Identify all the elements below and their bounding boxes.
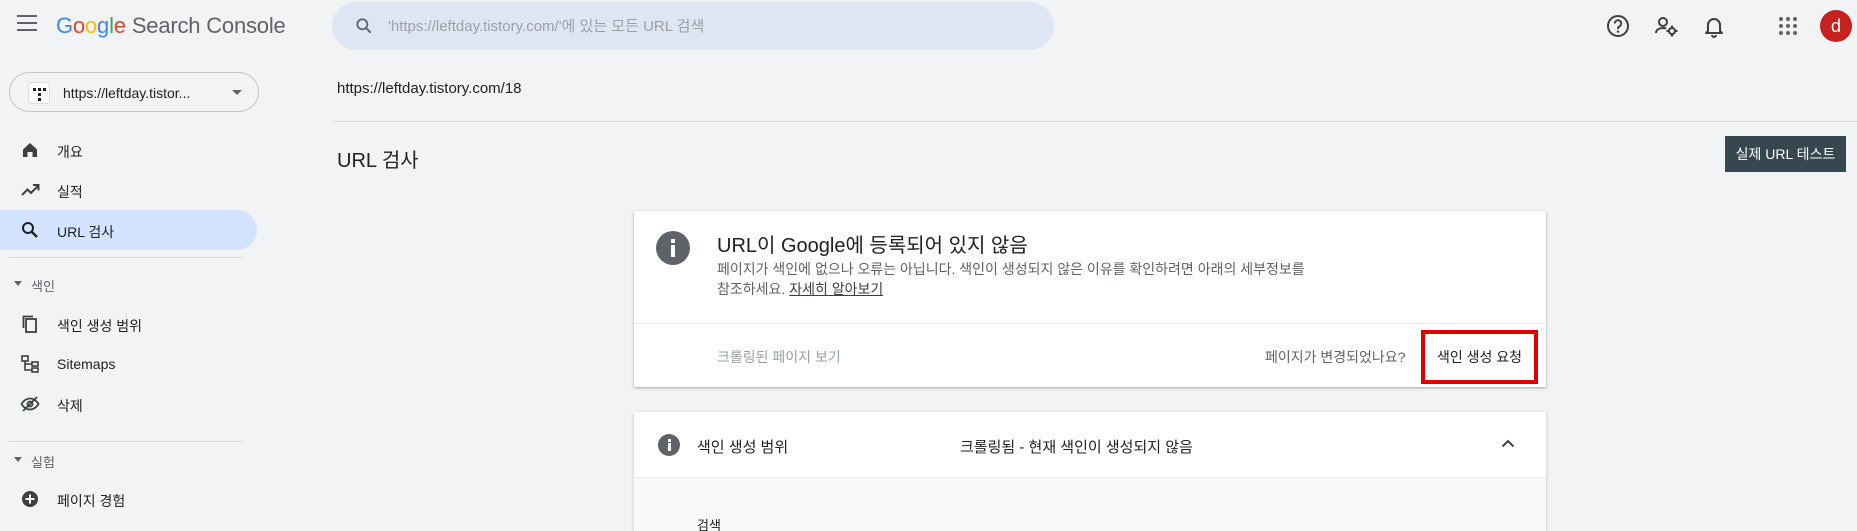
header-divider xyxy=(333,121,1857,122)
sidebar-item-label: 페이지 경험 xyxy=(57,493,126,509)
sidebar-item-label: Sitemaps xyxy=(57,356,116,372)
search-icon xyxy=(356,18,372,34)
sidebar-item-page-experience[interactable]: 페이지 경험 xyxy=(0,479,257,519)
help-icon[interactable] xyxy=(1604,12,1632,40)
collapse-arrow-icon xyxy=(14,281,22,286)
index-status-card: URL이 Google에 등록되어 있지 않음 페이지가 색인에 없으나 오류는… xyxy=(634,211,1546,387)
section-label: 색인 xyxy=(31,279,55,294)
trending-icon xyxy=(21,184,40,196)
sidebar-divider xyxy=(9,441,243,442)
pages-icon xyxy=(22,315,37,333)
page-title: URL 검사 xyxy=(337,150,419,172)
hamburger-menu-icon[interactable] xyxy=(17,15,39,35)
property-label: https://leftday.tistor... xyxy=(63,85,191,101)
sidebar-item-label: 삭제 xyxy=(57,398,83,414)
sidebar-item-label: 실적 xyxy=(57,184,83,200)
coverage-status: 크롤링됨 - 현재 색인이 생성되지 않음 xyxy=(960,439,1193,456)
status-description: 페이지가 색인에 없으나 오류는 아닙니다. 색인이 생성되지 않은 이유를 확… xyxy=(717,259,1317,299)
eye-off-icon xyxy=(20,396,40,412)
notifications-icon[interactable] xyxy=(1700,12,1728,40)
sitemap-icon xyxy=(21,355,39,373)
sidebar-item-sitemaps[interactable]: Sitemaps xyxy=(0,344,257,384)
app-logo[interactable]: Google Search Console xyxy=(56,13,286,39)
coverage-panel: 색인 생성 범위 크롤링됨 - 현재 색인이 생성되지 않음 검색 xyxy=(634,412,1546,531)
status-title: URL이 Google에 등록되어 있지 않음 xyxy=(717,235,1028,257)
sidebar-item-performance[interactable]: 실적 xyxy=(0,170,257,210)
collapse-arrow-icon xyxy=(14,457,22,462)
section-experimental-toggle[interactable]: 실험 xyxy=(0,448,120,472)
add-circle-icon xyxy=(22,491,38,507)
search-icon xyxy=(22,222,38,238)
sidebar-item-url-inspection[interactable]: URL 검사 xyxy=(0,210,257,250)
dropdown-arrow-icon xyxy=(232,90,242,95)
property-favicon xyxy=(28,82,50,104)
url-search-bar[interactable] xyxy=(332,2,1054,50)
account-avatar[interactable]: d xyxy=(1820,10,1852,42)
detail-section-label: 검색 xyxy=(697,518,721,531)
top-app-bar: GoogleSearch Console d xyxy=(0,0,1857,52)
apps-grid-icon[interactable] xyxy=(1774,12,1802,40)
learn-more-link[interactable]: 자세히 알아보기 xyxy=(789,281,883,297)
request-indexing-button[interactable]: 색인 생성 요청 xyxy=(1421,330,1538,384)
page-changed-text: 페이지가 변경되었나요? xyxy=(1265,349,1406,365)
sidebar-item-label: 색인 생성 범위 xyxy=(57,318,143,334)
property-selector[interactable]: https://leftday.tistor... xyxy=(9,72,259,112)
logo-letter: g xyxy=(97,13,110,38)
sidebar-item-overview[interactable]: 개요 xyxy=(0,130,257,170)
inspected-url: https://leftday.tistory.com/18 xyxy=(337,80,522,97)
section-index-toggle[interactable]: 색인 xyxy=(0,272,120,296)
sidebar-divider xyxy=(9,257,243,258)
view-crawled-page-button[interactable]: 크롤링된 페이지 보기 xyxy=(717,347,841,367)
url-search-input[interactable] xyxy=(388,12,1028,40)
test-live-url-button[interactable]: 실제 URL 테스트 xyxy=(1725,136,1846,172)
section-label: 실험 xyxy=(31,455,55,470)
product-name: Search Console xyxy=(131,13,286,38)
logo-letter: G xyxy=(56,13,73,38)
coverage-label: 색인 생성 범위 xyxy=(697,439,789,456)
home-icon xyxy=(23,143,37,157)
sidebar-item-removals[interactable]: 삭제 xyxy=(0,384,257,424)
info-icon xyxy=(658,434,680,456)
chevron-up-icon[interactable] xyxy=(1501,438,1515,448)
logo-letter: o xyxy=(84,13,98,38)
card-divider xyxy=(634,323,1546,324)
manage-users-icon[interactable] xyxy=(1652,12,1680,40)
logo-letter: e xyxy=(113,13,126,38)
sidebar-item-label: URL 검사 xyxy=(57,224,115,240)
sidebar-item-coverage[interactable]: 색인 생성 범위 xyxy=(0,304,257,344)
info-icon xyxy=(656,231,690,265)
logo-letter: o xyxy=(72,13,85,38)
coverage-detail-section: 검색 xyxy=(634,477,1546,531)
sidebar-item-label: 개요 xyxy=(57,144,83,160)
